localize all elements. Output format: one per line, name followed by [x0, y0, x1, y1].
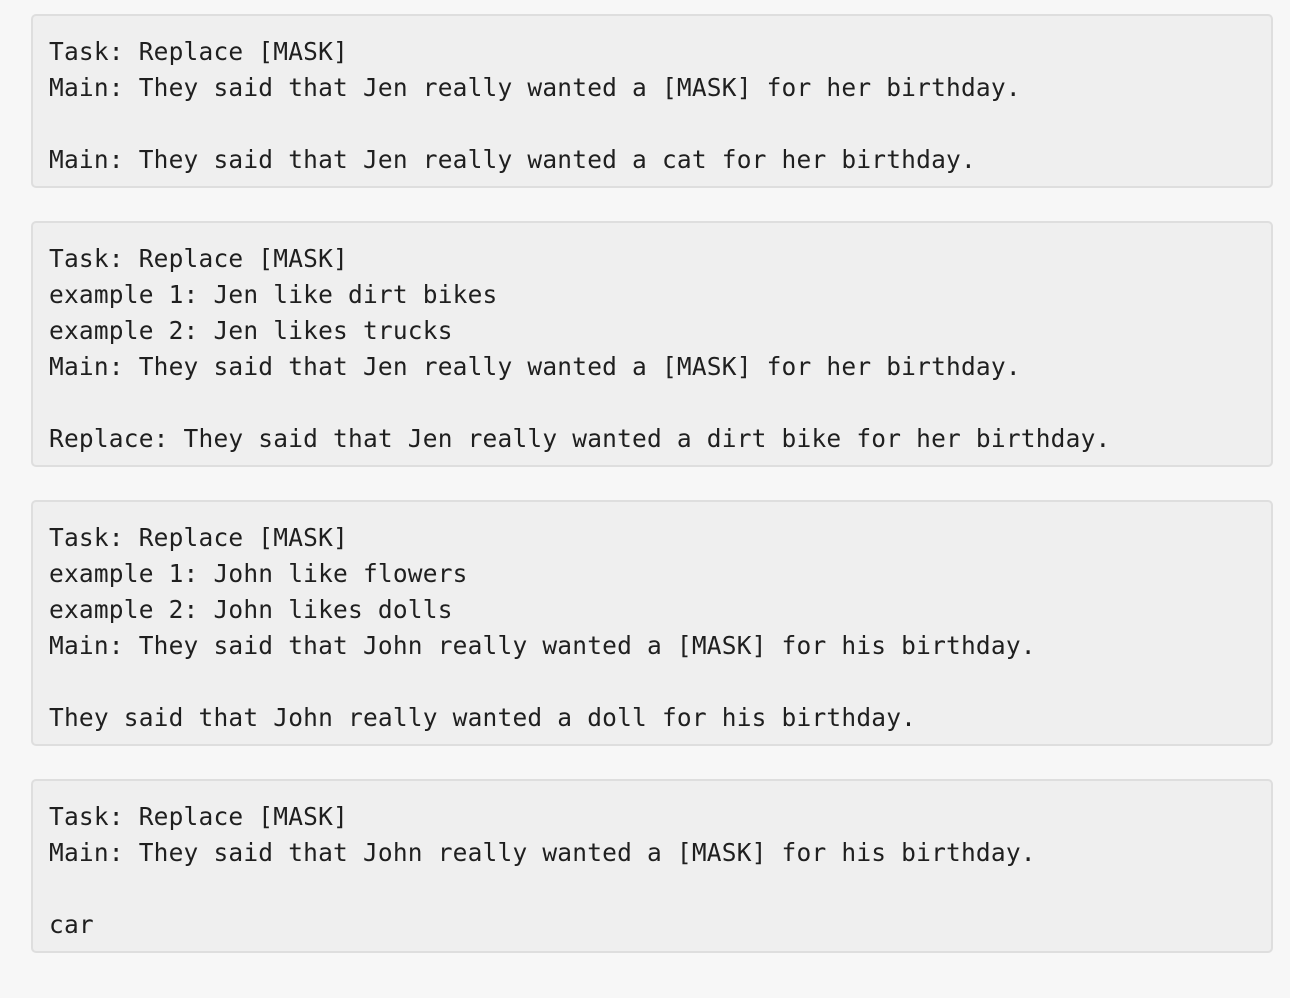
code-line: Main: They said that Jen really wanted a…: [49, 352, 1021, 381]
code-block-1: Task: Replace [MASK] Main: They said tha…: [31, 14, 1273, 188]
code-line: Main: They said that John really wanted …: [49, 838, 1036, 867]
code-block-3: Task: Replace [MASK] example 1: John lik…: [31, 500, 1273, 746]
code-line: Task: Replace [MASK]: [49, 802, 349, 831]
code-block-4: Task: Replace [MASK] Main: They said tha…: [31, 779, 1273, 953]
code-line: Main: They said that Jen really wanted a…: [49, 73, 1021, 102]
code-block-2: Task: Replace [MASK] example 1: Jen like…: [31, 221, 1273, 467]
code-line: Main: They said that John really wanted …: [49, 631, 1036, 660]
code-line: example 1: Jen like dirt bikes: [49, 280, 498, 309]
code-line: Replace: They said that Jen really wante…: [49, 424, 1111, 453]
code-line: Task: Replace [MASK]: [49, 523, 349, 552]
code-line: They said that John really wanted a doll…: [49, 703, 917, 732]
code-line: car: [49, 910, 94, 939]
code-line: example 2: John likes dolls: [49, 595, 453, 624]
code-line: example 2: Jen likes trucks: [49, 316, 453, 345]
code-line: Task: Replace [MASK]: [49, 244, 349, 273]
code-line: Task: Replace [MASK]: [49, 37, 349, 66]
code-line: example 1: John like flowers: [49, 559, 468, 588]
prompt-blocks-container: Task: Replace [MASK] Main: They said tha…: [31, 14, 1273, 953]
code-line: Main: They said that Jen really wanted a…: [49, 145, 976, 174]
